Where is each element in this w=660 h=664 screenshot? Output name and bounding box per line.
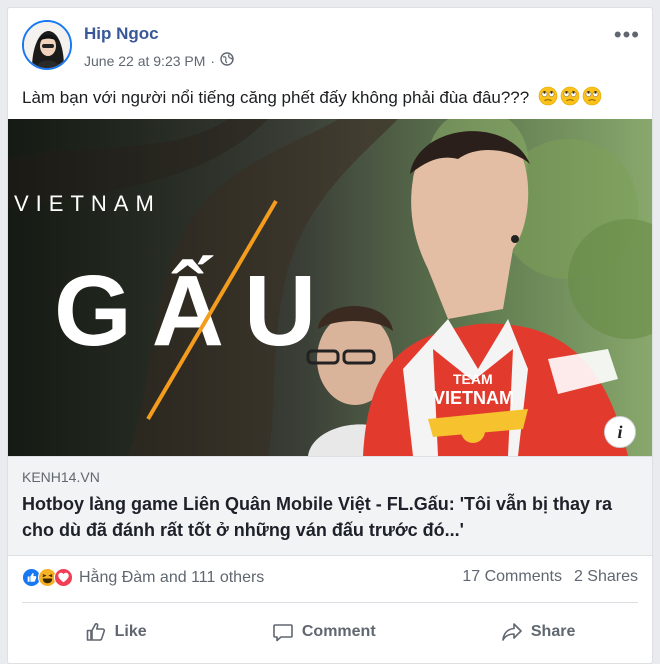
- post-text-container: Làm bạn với người nổi tiếng căng phết đấ…: [22, 86, 638, 108]
- like-button[interactable]: Like: [85, 621, 147, 643]
- share-arrow-icon: [502, 623, 522, 641]
- link-headline[interactable]: Hotboy làng game Liên Quân Mobile Việt -…: [22, 491, 638, 543]
- thumbs-up-icon: [86, 623, 105, 641]
- overlay-vietnam-text: VIETNAM: [14, 191, 161, 216]
- divider: [22, 602, 638, 603]
- link-preview-box[interactable]: KENH14.VN Hotboy làng game Liên Quân Mob…: [8, 456, 652, 556]
- link-preview-image[interactable]: TEAM VIETNAM VIETNAM GẤU i: [8, 119, 652, 456]
- post-text: Làm bạn với người nổi tiếng căng phết đấ…: [22, 88, 530, 107]
- meta-separator: ·: [210, 52, 216, 69]
- love-reaction-icon: [54, 568, 73, 587]
- jersey-vietnam-text: VIETNAM: [433, 388, 514, 408]
- reactors-text[interactable]: Hằng Đàm and 111 others: [79, 569, 264, 587]
- comment-icon: [273, 624, 293, 642]
- comment-button[interactable]: Comment: [272, 621, 376, 643]
- post-header: Hip Ngoc June 22 at 9:23 PM · •••: [22, 20, 652, 74]
- jersey-team-text: TEAM: [453, 371, 493, 387]
- comments-count[interactable]: 17 Comments: [462, 568, 562, 586]
- reaction-summary[interactable]: Hằng Đàm and 111 others: [22, 568, 264, 587]
- rolling-eyes-emoji: [538, 86, 558, 106]
- emoji-row: [538, 86, 602, 106]
- action-bar: Like Comment Share: [22, 613, 638, 651]
- more-options-button[interactable]: •••: [614, 24, 640, 46]
- author-name[interactable]: Hip Ngoc: [84, 24, 159, 44]
- reactions-bar: Hằng Đàm and 111 others 17 Comments 2 Sh…: [22, 568, 638, 590]
- post-card: Hip Ngoc June 22 at 9:23 PM · ••• Làm bạ…: [7, 7, 653, 664]
- preview-photo: TEAM VIETNAM VIETNAM GẤU: [8, 119, 652, 456]
- like-label: Like: [114, 623, 147, 640]
- rolling-eyes-emoji: [560, 86, 580, 106]
- avatar[interactable]: [22, 20, 72, 70]
- overlay-gau-text: GẤU: [54, 254, 336, 367]
- info-button[interactable]: i: [604, 416, 636, 448]
- link-domain: KENH14.VN: [22, 469, 100, 485]
- shares-count[interactable]: 2 Shares: [574, 568, 638, 586]
- share-button[interactable]: Share: [501, 621, 575, 643]
- globe-icon[interactable]: [220, 52, 234, 69]
- post-timestamp[interactable]: June 22 at 9:23 PM: [84, 53, 205, 69]
- share-label: Share: [530, 623, 576, 640]
- rolling-eyes-emoji: [582, 86, 602, 106]
- comment-label: Comment: [301, 623, 376, 640]
- engagement-counts: 17 Comments 2 Shares: [462, 568, 638, 586]
- post-meta: June 22 at 9:23 PM ·: [84, 52, 234, 69]
